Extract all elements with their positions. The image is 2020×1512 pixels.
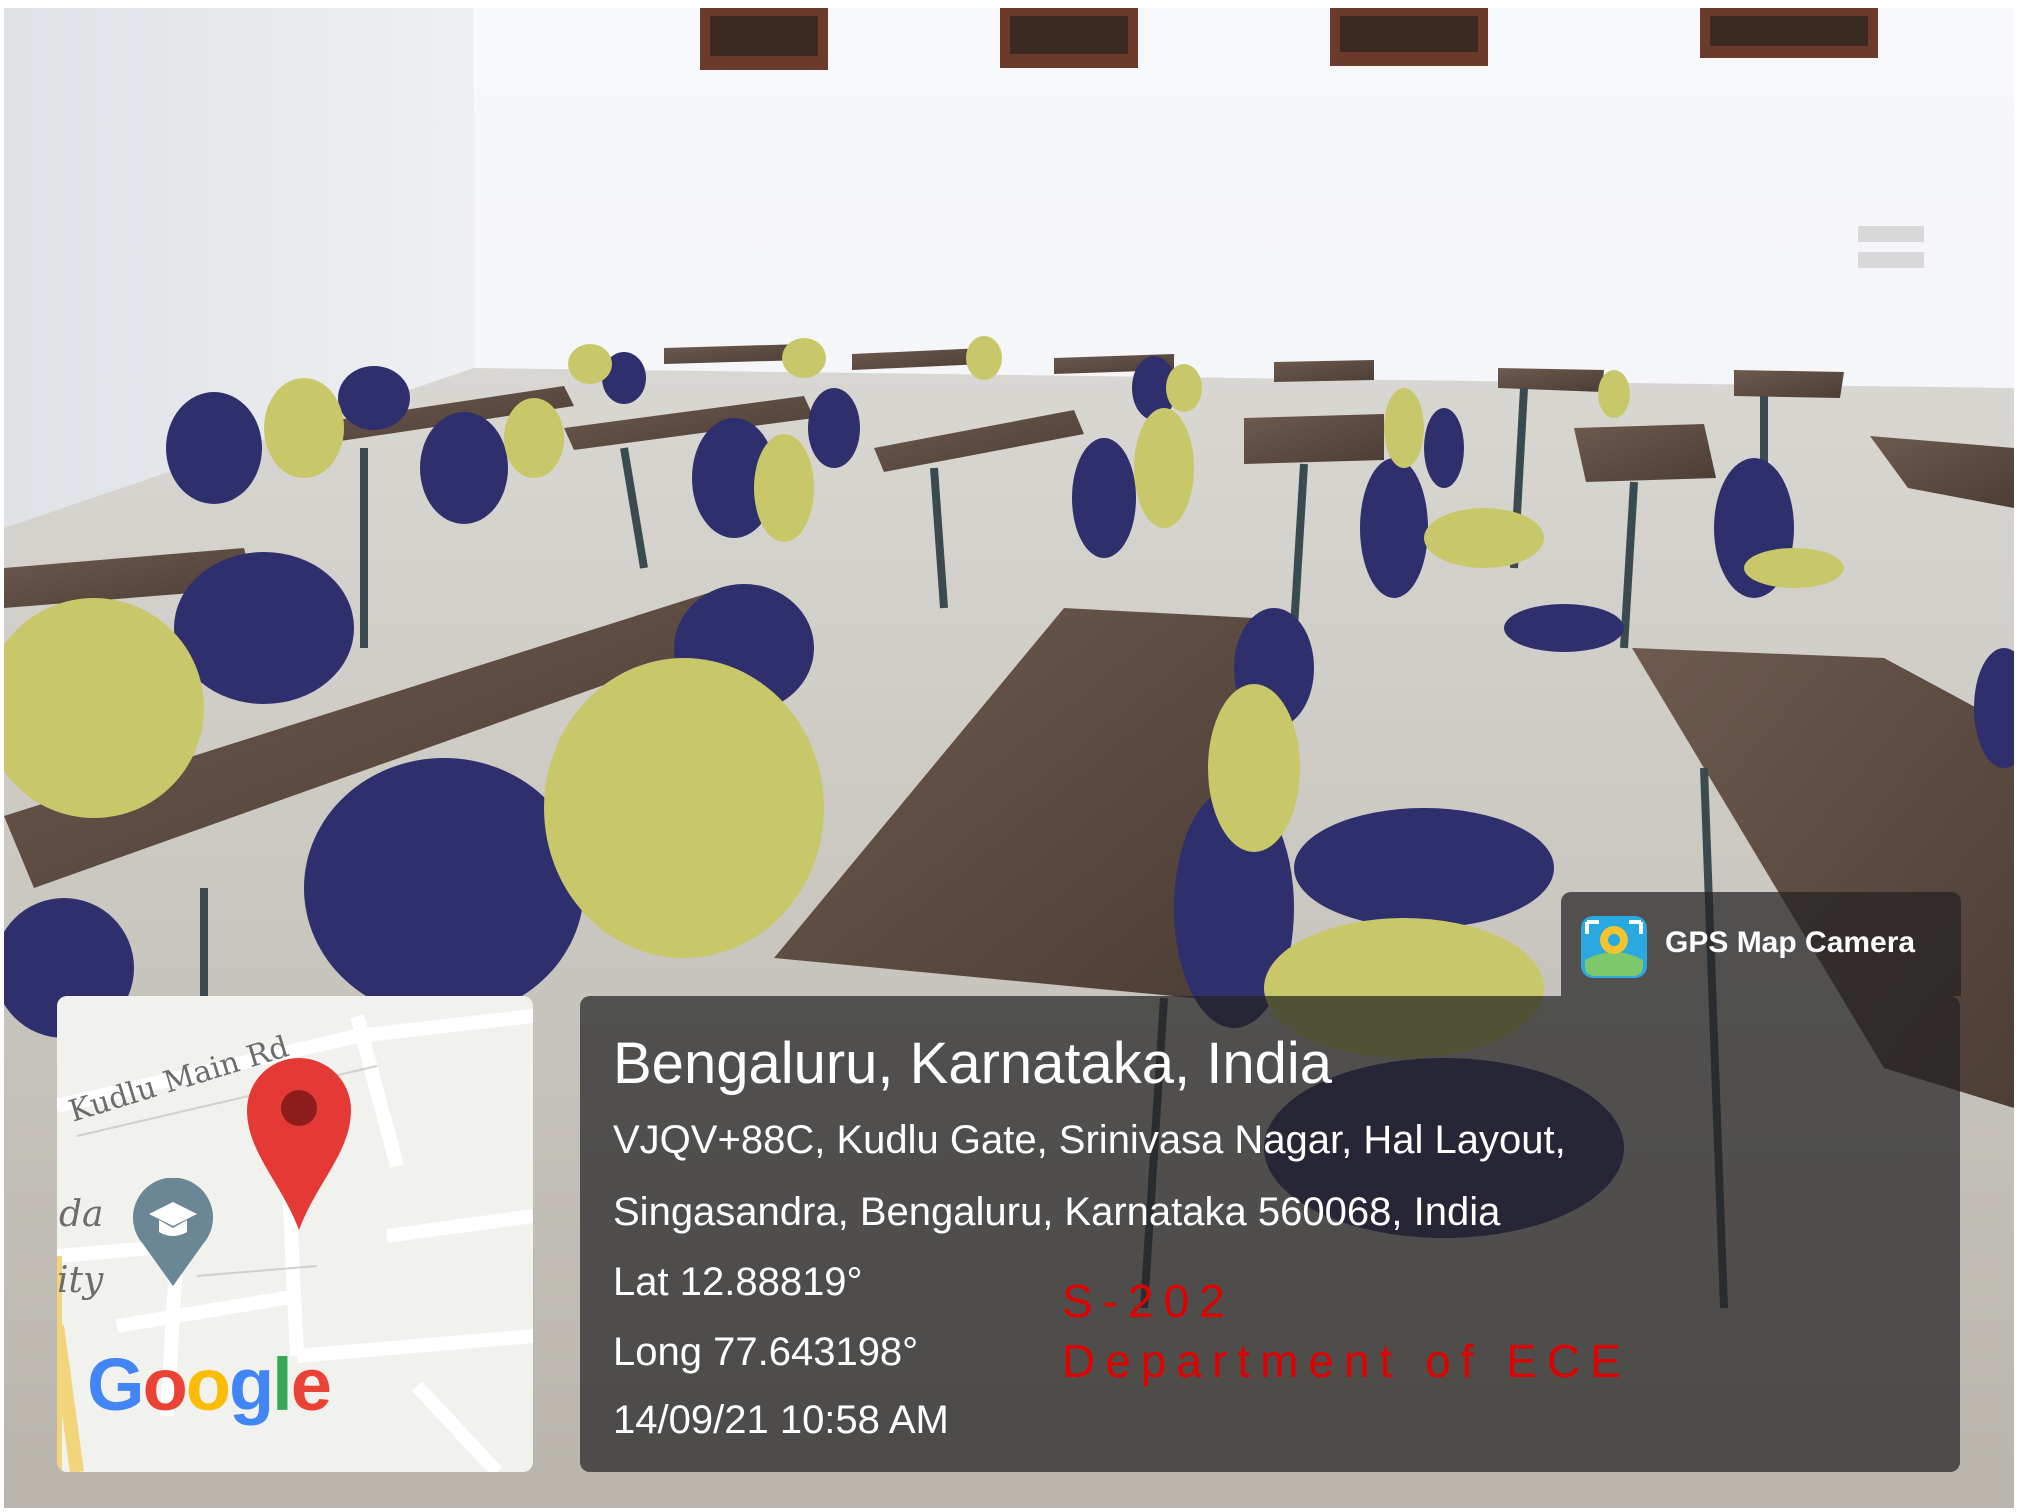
longitude: Long 77.643198° <box>613 1330 919 1374</box>
address-line-2: Singasandra, Bengaluru, Karnataka 560068… <box>613 1190 1501 1234</box>
google-logo-letter: g <box>228 1343 274 1426</box>
address-line-1: VJQV+88C, Kudlu Gate, Srinivasa Nagar, H… <box>613 1118 1566 1162</box>
google-logo-letter: o <box>185 1343 231 1426</box>
location-pin-icon[interactable] <box>241 1052 357 1232</box>
datetime: 14/09/21 10:58 AM <box>613 1398 949 1442</box>
location-title: Bengaluru, Karnataka, India <box>613 1031 1333 1096</box>
latitude: Lat 12.88819° <box>613 1260 863 1304</box>
mini-map[interactable]: Kudlu Main Rd da ity Google <box>57 996 533 1472</box>
education-graduation-cap-icon[interactable] <box>131 1178 215 1288</box>
google-logo-letter: o <box>142 1343 188 1426</box>
room-number-label: S-202 <box>1062 1275 1235 1327</box>
google-logo: Google <box>87 1343 332 1426</box>
map-partial-label-2: ity <box>57 1260 104 1301</box>
gps-map-camera-badge: GPS Map Camera <box>1561 892 1961 996</box>
google-logo-letter: e <box>290 1343 332 1426</box>
google-logo-letter: G <box>87 1343 145 1426</box>
gps-map-camera-icon <box>1579 914 1649 980</box>
gps-map-camera-label: GPS Map Camera <box>1665 926 1916 959</box>
google-logo-letter: l <box>272 1343 293 1426</box>
department-label: Department of ECE <box>1062 1335 1631 1387</box>
map-partial-label-1: da <box>59 1194 104 1235</box>
